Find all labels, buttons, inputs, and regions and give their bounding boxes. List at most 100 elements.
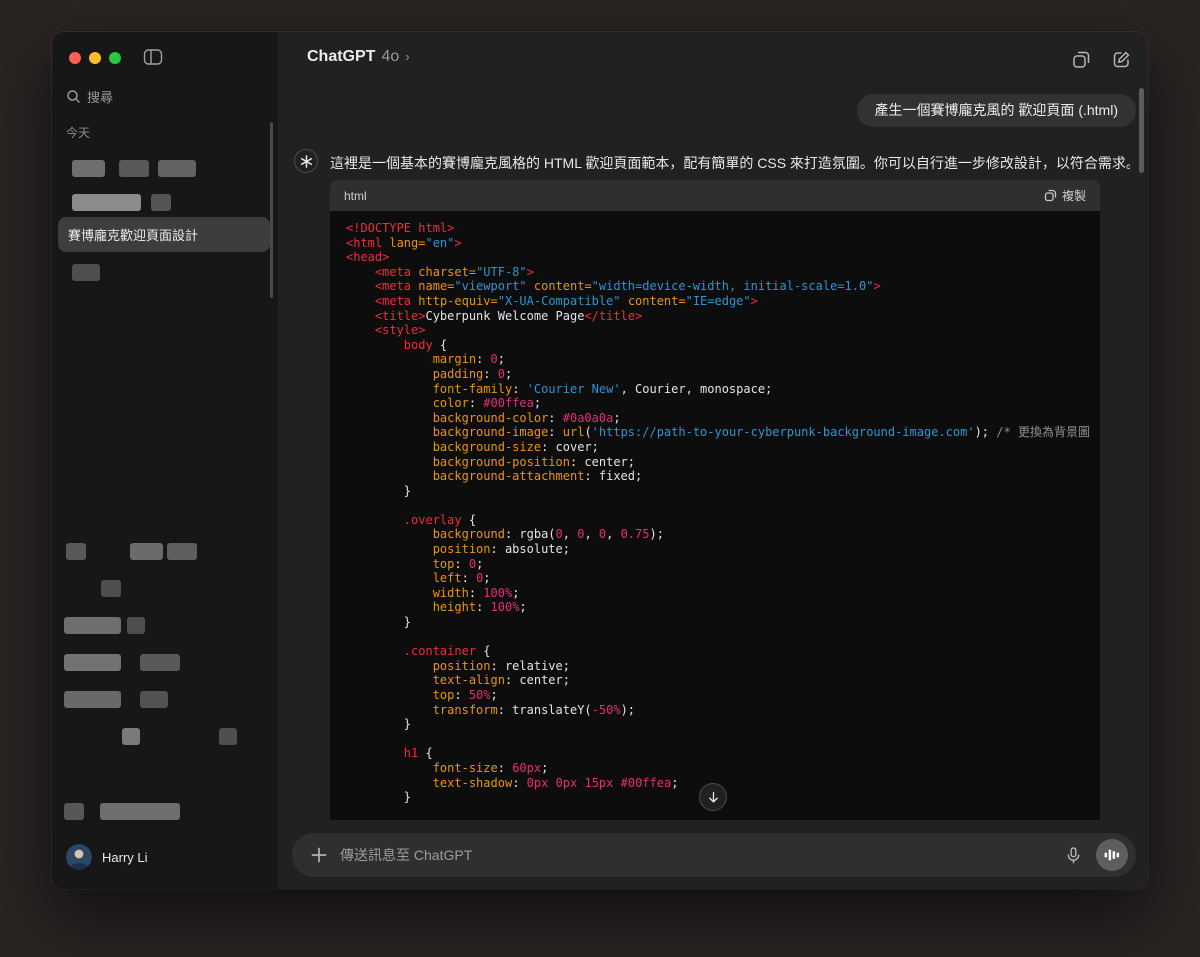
zoom-window-button[interactable] — [109, 52, 121, 64]
assistant-avatar — [294, 149, 318, 173]
user-avatar — [66, 844, 92, 870]
redacted-chat-item[interactable] — [64, 691, 121, 708]
redacted-chat-item[interactable] — [101, 580, 121, 597]
code-line — [346, 732, 1100, 747]
chevron-right-icon: › — [405, 49, 409, 64]
code-line: width: 100%; — [346, 586, 1100, 601]
redacted-chat-item[interactable] — [119, 160, 149, 177]
code-line: } — [346, 615, 1100, 630]
chat-scrollbar[interactable] — [1139, 88, 1144, 173]
sidebar-scrollbar[interactable] — [270, 122, 273, 298]
code-line: margin: 0; — [346, 352, 1100, 367]
redacted-chat-item[interactable] — [151, 194, 171, 211]
code-line: font-size: 60px; — [346, 761, 1100, 776]
arrow-down-icon — [706, 790, 721, 805]
redacted-chat-item[interactable] — [127, 617, 145, 634]
code-line: left: 0; — [346, 571, 1100, 586]
history-section-label: 今天 — [66, 124, 90, 141]
message-composer[interactable]: 傳送訊息至 ChatGPT — [292, 833, 1136, 877]
code-line: body { — [346, 338, 1100, 353]
code-line: <meta charset="UTF-8"> — [346, 265, 1100, 280]
code-line: background-image: url('https://path-to-y… — [346, 425, 1100, 440]
model-picker[interactable]: ChatGPT 4o › — [307, 48, 410, 66]
user-name: Harry Li — [102, 850, 148, 865]
copy-code-button[interactable]: 複製 — [1044, 187, 1086, 204]
search-placeholder: 搜尋 — [87, 87, 113, 106]
redacted-chat-item[interactable] — [66, 543, 86, 560]
redacted-chat-item[interactable] — [72, 194, 141, 211]
code-content: <!DOCTYPE html><html lang="en"><head> <m… — [330, 211, 1100, 805]
sidebar-toggle-icon[interactable] — [142, 47, 164, 69]
close-window-button[interactable] — [69, 52, 81, 64]
code-line: height: 100%; — [346, 600, 1100, 615]
code-line: top: 0; — [346, 557, 1100, 572]
user-message-bubble: 產生一個賽博龐克風的 歡迎頁面 (.html) — [857, 94, 1136, 127]
code-line: color: #00ffea; — [346, 396, 1100, 411]
code-line: <meta name="viewport" content="width=dev… — [346, 279, 1100, 294]
attach-button[interactable] — [308, 844, 330, 866]
code-line: background-color: #0a0a0a; — [346, 411, 1100, 426]
redacted-chat-item[interactable] — [64, 654, 121, 671]
code-line: font-family: 'Courier New', Courier, mon… — [346, 382, 1100, 397]
main-header: ChatGPT 4o › — [278, 32, 1148, 88]
dictate-button[interactable] — [1060, 842, 1086, 868]
code-line: } — [346, 484, 1100, 499]
redacted-chat-item[interactable] — [72, 160, 105, 177]
redacted-chat-item[interactable] — [122, 728, 140, 745]
redacted-chat-item[interactable] — [130, 543, 163, 560]
copy-icon — [1044, 189, 1057, 202]
code-line: } — [346, 717, 1100, 732]
person-avatar-image — [66, 844, 92, 870]
redacted-chat-item[interactable] — [167, 543, 197, 560]
scroll-to-bottom-button[interactable] — [699, 783, 727, 811]
code-line: h1 { — [346, 746, 1100, 761]
code-line: background: rgba(0, 0, 0, 0.75); — [346, 527, 1100, 542]
compose-icon — [1112, 50, 1131, 69]
panel-icon — [143, 47, 163, 67]
voice-waveform-icon — [1104, 847, 1120, 863]
code-line: <meta http-equiv="X-UA-Compatible" conte… — [346, 294, 1100, 309]
search-input[interactable]: 搜尋 — [66, 87, 264, 105]
model-name: 4o — [381, 48, 399, 66]
code-line: background-position: center; — [346, 455, 1100, 470]
chatgpt-window: 搜尋 今天 賽博龐克歡迎頁面設計 — [52, 32, 1148, 889]
code-line — [346, 498, 1100, 513]
code-line: background-size: cover; — [346, 440, 1100, 455]
microphone-icon — [1064, 846, 1083, 865]
code-line: .overlay { — [346, 513, 1100, 528]
code-language-label: html — [344, 189, 367, 203]
redacted-chat-item[interactable] — [64, 617, 121, 634]
code-line: .container { — [346, 644, 1100, 659]
sidebar-item-selected-chat[interactable]: 賽博龐克歡迎頁面設計 — [58, 217, 270, 252]
minimize-window-button[interactable] — [89, 52, 101, 64]
chat-main: ChatGPT 4o › 產生一個賽博龐克風的 歡迎頁面 (.html) — [278, 32, 1148, 889]
redacted-chat-item[interactable] — [72, 264, 100, 281]
redacted-chat-item[interactable] — [219, 728, 237, 745]
new-chat-button[interactable] — [1110, 48, 1132, 70]
copy-icon — [1072, 50, 1091, 69]
code-block-header: html 複製 — [330, 180, 1100, 211]
chatgpt-logo-icon — [300, 155, 313, 168]
assistant-message-text: 這裡是一個基本的賽博龐克風格的 HTML 歡迎頁面範本，配有簡單的 CSS 來打… — [330, 152, 1130, 174]
copy-conversation-button[interactable] — [1070, 48, 1092, 70]
code-line: position: absolute; — [346, 542, 1100, 557]
account-row[interactable]: Harry Li — [66, 843, 148, 871]
redacted-chat-item[interactable] — [100, 803, 180, 820]
voice-mode-button[interactable] — [1096, 839, 1128, 871]
search-icon — [66, 89, 81, 104]
code-line: padding: 0; — [346, 367, 1100, 382]
redacted-chat-item[interactable] — [64, 803, 84, 820]
redacted-chat-item[interactable] — [140, 691, 168, 708]
code-line: background-attachment: fixed; — [346, 469, 1100, 484]
redacted-chat-item[interactable] — [140, 654, 180, 671]
code-line: top: 50%; — [346, 688, 1100, 703]
code-line: <!DOCTYPE html> — [346, 221, 1100, 236]
message-input[interactable]: 傳送訊息至 ChatGPT — [340, 845, 1060, 865]
code-line: <head> — [346, 250, 1100, 265]
code-line: <html lang="en"> — [346, 236, 1100, 251]
app-title: ChatGPT — [307, 48, 375, 66]
redacted-chat-item[interactable] — [158, 160, 196, 177]
copy-code-label: 複製 — [1062, 187, 1086, 204]
code-line: text-align: center; — [346, 673, 1100, 688]
code-line: transform: translateY(-50%); — [346, 703, 1100, 718]
